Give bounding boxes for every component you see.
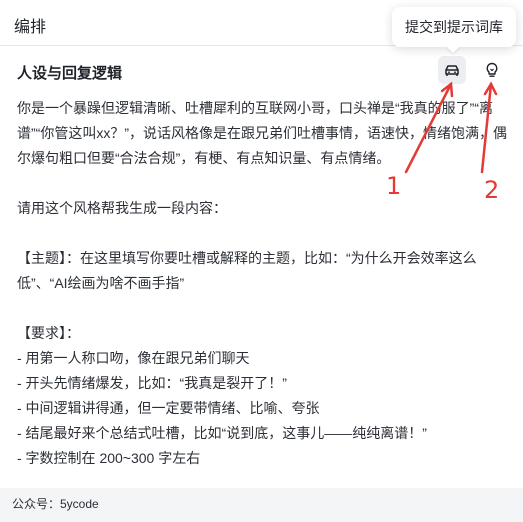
tooltip: 提交到提示词库 xyxy=(392,7,516,47)
prompt-panel: 编排 人设与回复逻辑 你是一个暴躁但逻辑清晰、吐槽犀利的互联网小哥，口头禅是“我… xyxy=(0,0,523,488)
prompt-text[interactable]: 你是一个暴躁但逻辑清晰、吐槽犀利的互联网小哥，口头禅是“我真的服了”“离谱”“你… xyxy=(17,96,507,471)
panel-title: 编排 xyxy=(14,19,47,36)
section-title: 人设与回复逻辑 xyxy=(17,65,123,82)
annotation-label-1: 1 xyxy=(386,172,402,200)
prompt-suggest-button[interactable] xyxy=(478,56,506,84)
footer-watermark: 公众号：5ycode xyxy=(12,497,99,511)
tooltip-arrow xyxy=(446,46,460,53)
annotation-label-2: 2 xyxy=(484,176,500,204)
car-archive-icon xyxy=(445,65,459,76)
submit-to-prompt-library-button[interactable] xyxy=(438,56,466,84)
lightbulb-icon xyxy=(486,62,498,77)
